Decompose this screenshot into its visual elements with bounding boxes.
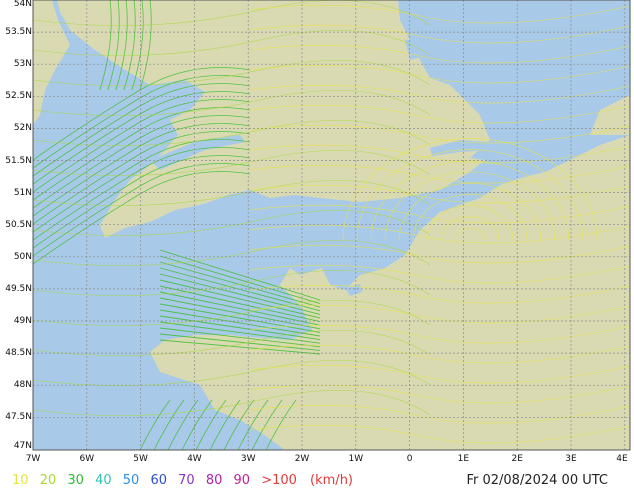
legend-item-30: 30 bbox=[67, 473, 84, 488]
latitude-label: 48N bbox=[13, 380, 32, 391]
latitude-label: 48.5N bbox=[5, 348, 32, 359]
longitude-label: 0 bbox=[406, 454, 413, 464]
legend-item-50: 50 bbox=[122, 473, 140, 488]
wind-streamline-map bbox=[0, 0, 634, 490]
latitude-label: 54N bbox=[13, 0, 32, 9]
latitude-label: 49.5N bbox=[5, 283, 32, 294]
legend-item-40: 40 bbox=[95, 473, 112, 488]
legend-item-over-100: >100 bbox=[261, 473, 297, 488]
longitude-label: 6W bbox=[79, 454, 95, 464]
longitude-label: 3W bbox=[240, 454, 256, 464]
legend-unit: (km/h) bbox=[310, 473, 354, 488]
latitude-label: 51N bbox=[13, 187, 32, 198]
longitude-label: 2E bbox=[511, 454, 523, 464]
forecast-timestamp: Fr 02/08/2024 00 UTC bbox=[466, 473, 608, 488]
latitude-label: 51.5N bbox=[5, 155, 32, 166]
longitude-label: 4W bbox=[187, 454, 202, 464]
legend-item-80: 80 bbox=[205, 473, 223, 488]
latitude-label: 53.5N bbox=[5, 27, 32, 38]
longitude-label: 4E bbox=[616, 454, 628, 464]
latitude-label: 52.5N bbox=[5, 91, 32, 102]
longitude-label: 1E bbox=[457, 454, 470, 464]
latitude-label: 50N bbox=[13, 251, 32, 262]
legend-item-90: 90 bbox=[233, 473, 251, 488]
longitude-label: 3E bbox=[565, 454, 577, 464]
longitude-label: 2W bbox=[294, 454, 310, 464]
legend-item-20: 20 bbox=[39, 473, 57, 488]
latitude-label: 52N bbox=[13, 123, 32, 134]
longitude-label: 1W bbox=[348, 454, 364, 464]
latitude-label: 49N bbox=[13, 316, 32, 326]
legend-item-70: 70 bbox=[178, 473, 195, 488]
latitude-label: 50.5N bbox=[5, 219, 32, 230]
legend-item-60: 60 bbox=[150, 473, 167, 488]
latitude-label: 47.5N bbox=[5, 412, 32, 423]
legend-item-10: 10 bbox=[12, 473, 29, 488]
latitude-label: 47N bbox=[13, 441, 32, 451]
wind-speed-legend: 10 20 30 40 50 60 70 80 90 >100 (km/h) bbox=[12, 474, 360, 487]
latitude-label: 53N bbox=[13, 59, 32, 70]
longitude-label: 5W bbox=[133, 454, 148, 464]
longitude-label: 7W bbox=[25, 454, 41, 464]
map-frame: 54N 53.5N 53N 52.5N 52N 51.5N 51N 50.5N 50N 49.5N… bbox=[0, 0, 634, 490]
